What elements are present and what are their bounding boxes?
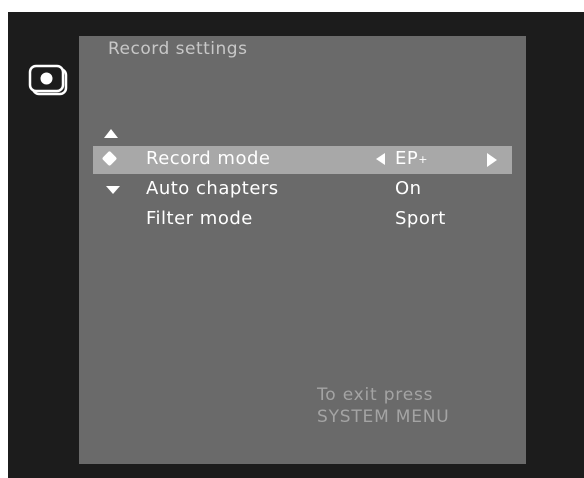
exit-hint-line-1: To exit press	[317, 385, 434, 405]
triangle-down-icon[interactable]	[106, 186, 120, 194]
menu-item-value-suffix: +	[418, 153, 428, 166]
triangle-up-icon[interactable]	[104, 129, 118, 138]
menu-title: Record settings	[108, 39, 248, 59]
menu-item-label: Auto chapters	[146, 178, 279, 199]
menu-item-value: Sport	[395, 208, 446, 229]
menu-item-filter-mode[interactable]: Filter mode Sport	[93, 206, 512, 234]
menu-item-record-mode[interactable]: Record mode EP+	[93, 146, 512, 174]
menu-item-value-text: EP	[395, 148, 419, 169]
menu-item-label: Filter mode	[146, 208, 253, 229]
left-arrow-icon[interactable]	[376, 153, 385, 165]
diamond-icon	[101, 150, 118, 167]
exit-hint: To exit press SYSTEM MENU	[317, 384, 450, 428]
tv-screen: Record settings Record mode EP+ Auto cha…	[8, 12, 584, 478]
menu-item-value: EP+	[395, 148, 428, 169]
menu-item-auto-chapters[interactable]: Auto chapters On	[93, 176, 512, 204]
menu-item-value: On	[395, 178, 422, 199]
exit-hint-line-2: SYSTEM MENU	[317, 407, 450, 427]
menu-item-label: Record mode	[146, 148, 271, 169]
right-arrow-icon[interactable]	[487, 153, 497, 167]
settings-menu-panel: Record settings Record mode EP+ Auto cha…	[79, 36, 526, 464]
record-mode-icon	[28, 64, 68, 96]
